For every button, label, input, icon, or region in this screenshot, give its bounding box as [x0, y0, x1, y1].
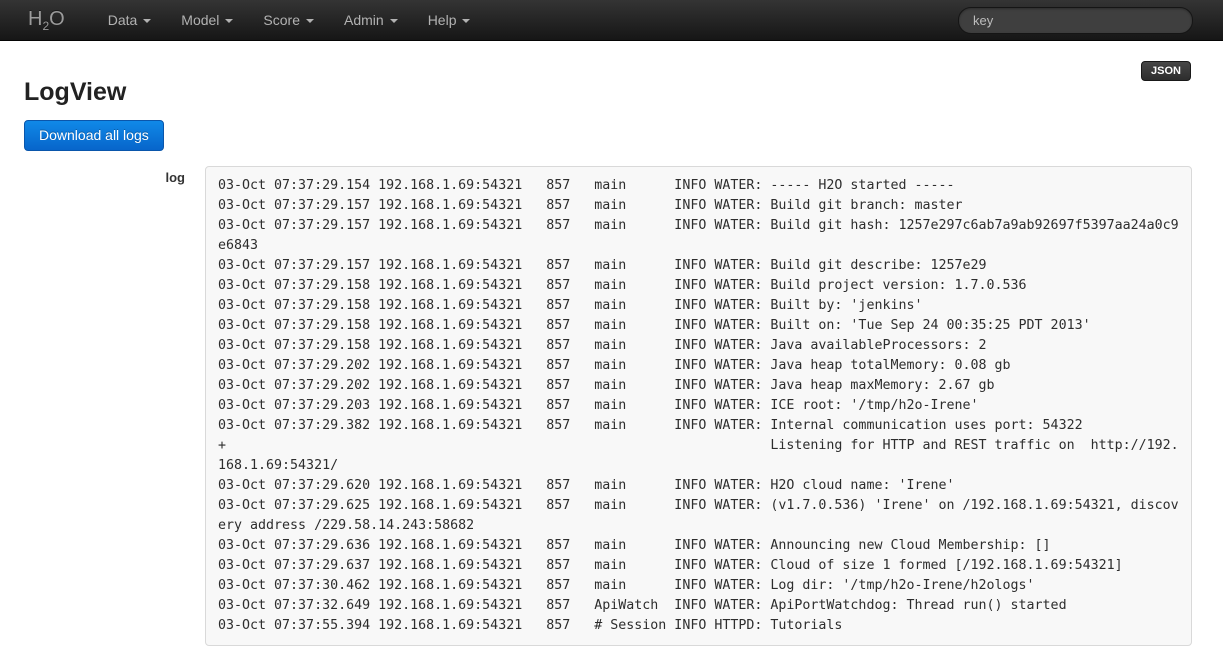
h2o-logo-h: H — [28, 8, 42, 30]
h2o-logo-o: O — [49, 8, 65, 30]
json-button[interactable]: JSON — [1141, 61, 1191, 81]
log-field-label: log — [0, 166, 185, 185]
key-search-input[interactable] — [958, 7, 1193, 34]
main-menu: Data Model Score Admin Help — [93, 0, 486, 40]
chevron-down-icon — [143, 19, 151, 23]
log-form-row: log 03-Oct 07:37:29.154 192.168.1.69:543… — [0, 166, 1223, 646]
chevron-down-icon — [306, 19, 314, 23]
h2o-logo[interactable]: H2O — [28, 8, 65, 33]
navbar-search — [958, 7, 1193, 34]
menu-item-help-label: Help — [428, 0, 457, 40]
menu-item-data-label: Data — [108, 0, 138, 40]
chevron-down-icon — [462, 19, 470, 23]
menu-item-data[interactable]: Data — [93, 0, 167, 40]
page-title: LogView — [24, 78, 1223, 107]
chevron-down-icon — [390, 19, 398, 23]
menu-item-score-label: Score — [263, 0, 300, 40]
menu-item-score[interactable]: Score — [248, 0, 329, 40]
top-navbar: H2O Data Model Score Admin Help — [0, 0, 1223, 41]
menu-item-admin[interactable]: Admin — [329, 0, 413, 40]
log-output: 03-Oct 07:37:29.154 192.168.1.69:54321 8… — [205, 166, 1192, 646]
download-all-logs-button[interactable]: Download all logs — [24, 120, 164, 151]
menu-item-help[interactable]: Help — [413, 0, 486, 40]
menu-item-model[interactable]: Model — [166, 0, 248, 40]
chevron-down-icon — [225, 19, 233, 23]
menu-item-model-label: Model — [181, 0, 219, 40]
menu-item-admin-label: Admin — [344, 0, 384, 40]
